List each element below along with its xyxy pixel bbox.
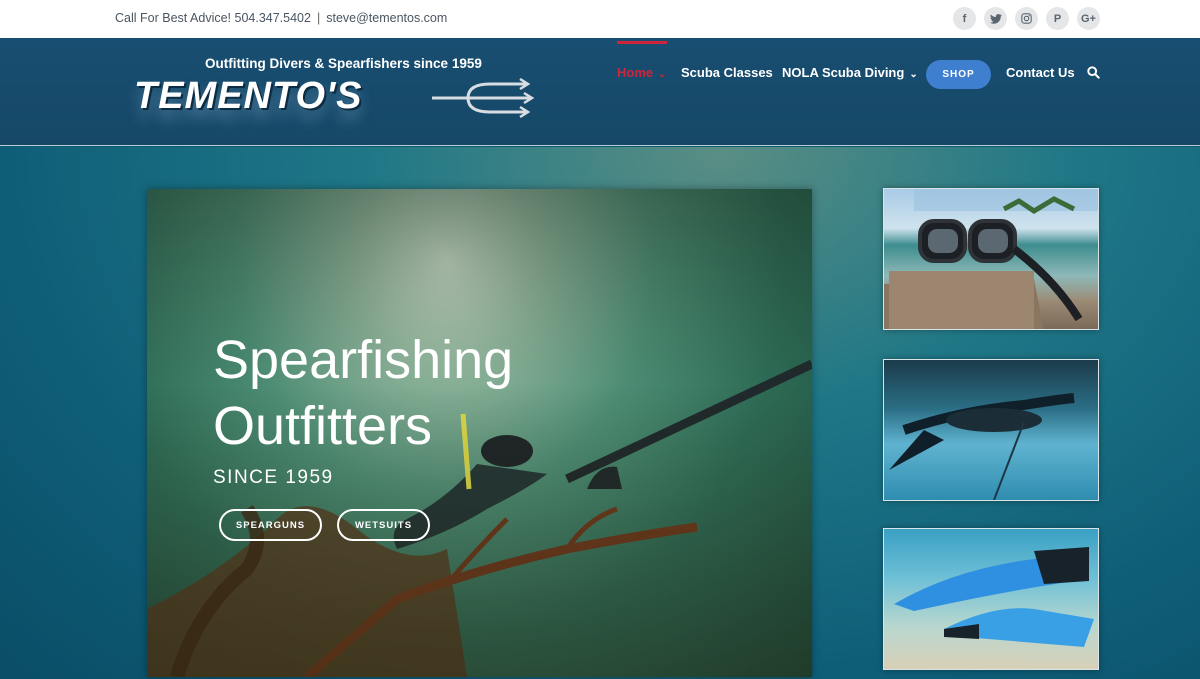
chevron-down-icon: ⌄ xyxy=(658,69,667,80)
facebook-icon[interactable]: f xyxy=(953,7,976,30)
wetsuits-button[interactable]: WETSUITS xyxy=(337,509,430,541)
nav-nola-scuba-diving[interactable]: NOLA Scuba Diving ⌄ xyxy=(782,65,918,80)
shop-button[interactable]: SHOP xyxy=(926,60,991,89)
logo-wordmark: TEMENTO'S xyxy=(134,75,363,117)
nav-contact-us[interactable]: Contact Us xyxy=(1006,65,1075,80)
social-links: f P G+ xyxy=(953,7,1100,30)
thumbnail-fins[interactable] xyxy=(883,528,1099,670)
thumbnail-freediver[interactable] xyxy=(883,359,1099,501)
contact-separator: | xyxy=(316,11,321,25)
nav-nola-label: NOLA Scuba Diving xyxy=(782,65,905,80)
twitter-icon[interactable] xyxy=(984,7,1007,30)
logo[interactable]: Outfitting Divers & Spearfishers since 1… xyxy=(130,50,540,140)
site-header: Outfitting Divers & Spearfishers since 1… xyxy=(0,38,1200,146)
nav-home[interactable]: Home ⌄ xyxy=(617,41,667,80)
hero-title: Spearfishing Outfitters xyxy=(213,327,513,459)
hero-title-line2: Outfitters xyxy=(213,396,433,456)
nav-home-label: Home xyxy=(617,65,654,80)
email-link[interactable]: steve@tementos.com xyxy=(326,11,447,25)
dive-mask-image xyxy=(884,189,1098,329)
search-icon[interactable] xyxy=(1087,66,1100,84)
chevron-down-icon: ⌄ xyxy=(909,69,918,80)
google-plus-icon[interactable]: G+ xyxy=(1077,7,1100,30)
hero-title-line1: Spearfishing xyxy=(213,330,514,390)
fins-image xyxy=(894,547,1094,647)
thumbnail-dive-mask[interactable] xyxy=(883,188,1099,330)
pinterest-icon[interactable]: P xyxy=(1046,7,1069,30)
hero-subtitle: SINCE 1959 xyxy=(213,467,334,488)
freediver-image xyxy=(889,393,1075,500)
hero-slider[interactable]: Spearfishing Outfitters SINCE 1959 SPEAR… xyxy=(147,189,812,677)
nav-scuba-classes[interactable]: Scuba Classes xyxy=(681,65,773,80)
top-bar: Call For Best Advice! 504.347.5402 | steve… xyxy=(0,0,1200,38)
main-content: Spearfishing Outfitters SINCE 1959 SPEAR… xyxy=(0,147,1200,679)
spearguns-button[interactable]: SPEARGUNS xyxy=(219,509,322,541)
phone-text[interactable]: Call For Best Advice! 504.347.5402 xyxy=(115,11,311,25)
contact-info: Call For Best Advice! 504.347.5402 | steve… xyxy=(115,11,447,25)
logo-tagline: Outfitting Divers & Spearfishers since 1… xyxy=(205,56,482,71)
trident-icon xyxy=(432,78,535,119)
instagram-icon[interactable] xyxy=(1015,7,1038,30)
